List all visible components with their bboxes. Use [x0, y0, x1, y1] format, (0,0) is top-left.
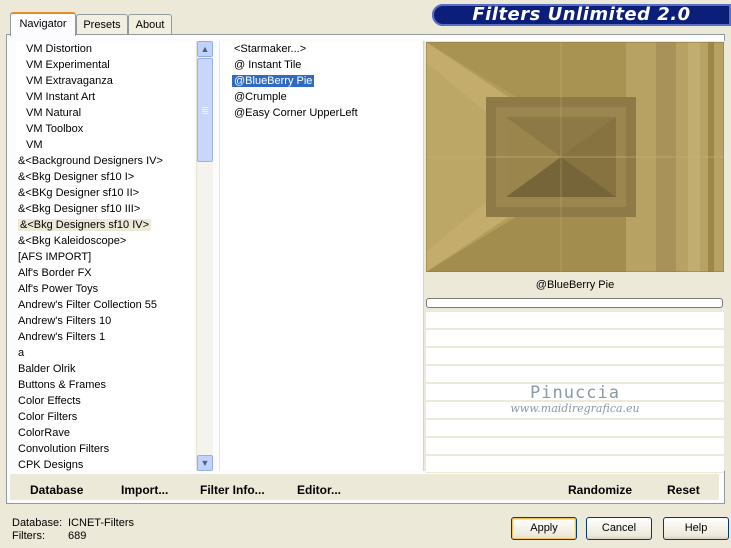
filter-info-button[interactable]: Filter Info... [200, 482, 265, 498]
category-item[interactable]: CPK Designs [16, 457, 194, 471]
category-scrollbar[interactable]: ▲ ▼ [196, 41, 213, 471]
filter-item[interactable]: @Easy Corner UpperLeft [220, 105, 419, 121]
parameter-slider-row[interactable] [426, 438, 724, 455]
current-filter-label: @BlueBerry Pie [535, 279, 615, 291]
category-item[interactable]: VM Instant Art [16, 89, 194, 105]
import-button[interactable]: Import... [121, 482, 168, 498]
category-item[interactable]: Andrew's Filters 1 [16, 329, 194, 345]
app-title-banner: Filters Unlimited 2.0 [432, 4, 731, 26]
category-item-selected[interactable]: &<Bkg Designers sf10 IV> [16, 217, 194, 233]
category-item[interactable]: VM [16, 137, 194, 153]
tab-presets[interactable]: Presets [76, 14, 128, 34]
parameter-slider-row[interactable] [426, 312, 724, 329]
tab-navigator[interactable]: Navigator [10, 12, 76, 36]
filter-item[interactable]: @ Instant Tile [220, 57, 419, 73]
category-item[interactable]: a [16, 345, 194, 361]
watermark-name: Pinuccia [530, 383, 620, 403]
category-item[interactable]: VM Experimental [16, 57, 194, 73]
category-item[interactable]: [AFS IMPORT] [16, 249, 194, 265]
filter-item[interactable]: <Starmaker...> [220, 41, 419, 57]
category-item[interactable]: ColorRave [16, 425, 194, 441]
preview-image [426, 42, 724, 272]
category-item[interactable]: VM Toolbox [16, 121, 194, 137]
category-item[interactable]: &<BKg Designer sf10 II> [16, 185, 194, 201]
progress-bar [426, 298, 723, 308]
category-list[interactable]: VM Distortion VM Experimental VM Extrava… [16, 41, 194, 471]
parameter-slider-row[interactable] [426, 456, 724, 473]
category-item[interactable]: Andrew's Filters 10 [16, 313, 194, 329]
filter-item[interactable]: @Crumple [220, 89, 419, 105]
filter-list[interactable]: <Starmaker...> @ Instant Tile @BlueBerry… [219, 41, 419, 471]
scroll-thumb[interactable] [197, 58, 213, 162]
database-button[interactable]: Database [30, 482, 83, 498]
category-item[interactable]: Color Effects [16, 393, 194, 409]
parameter-slider-row[interactable] [426, 420, 724, 437]
database-value: ICNET-Filters [68, 517, 134, 529]
category-item[interactable]: Alf's Border FX [16, 265, 194, 281]
watermark-site: www.maidiregrafica.eu [510, 402, 640, 415]
category-item[interactable]: VM Distortion [16, 41, 194, 57]
apply-button[interactable]: Apply [511, 517, 577, 540]
parameter-slider-row[interactable] [426, 366, 724, 383]
category-item[interactable]: &<Bkg Kaleidoscope> [16, 233, 194, 249]
editor-button[interactable]: Editor... [297, 482, 341, 498]
category-item[interactable]: Balder Olrik [16, 361, 194, 377]
filters-label: Filters: [12, 530, 45, 542]
scroll-up-icon[interactable]: ▲ [197, 41, 213, 57]
category-item[interactable]: Alf's Power Toys [16, 281, 194, 297]
tab-about[interactable]: About [128, 14, 172, 34]
randomize-button[interactable]: Randomize [568, 482, 632, 498]
scroll-down-icon[interactable]: ▼ [197, 455, 213, 471]
parameter-slider-row[interactable] [426, 348, 724, 365]
category-item[interactable]: &<Bkg Designer sf10 III> [16, 201, 194, 217]
category-item[interactable]: Buttons & Frames [16, 377, 194, 393]
reset-button[interactable]: Reset [667, 482, 700, 498]
database-label: Database: [12, 517, 63, 529]
category-item[interactable]: &<Bkg Designer sf10 I> [16, 169, 194, 185]
parameter-slider-row[interactable] [426, 330, 724, 347]
cancel-button[interactable]: Cancel [586, 517, 652, 540]
filter-item-selected[interactable]: @BlueBerry Pie [220, 73, 419, 89]
category-item[interactable]: &<Background Designers IV> [16, 153, 194, 169]
filters-count: 689 [68, 530, 87, 542]
category-item[interactable]: Andrew's Filter Collection 55 [16, 297, 194, 313]
category-item[interactable]: Convolution Filters [16, 441, 194, 457]
category-item[interactable]: VM Natural [16, 105, 194, 121]
help-button[interactable]: Help [663, 517, 729, 540]
category-item[interactable]: Color Filters [16, 409, 194, 425]
category-item[interactable]: VM Extravaganza [16, 73, 194, 89]
